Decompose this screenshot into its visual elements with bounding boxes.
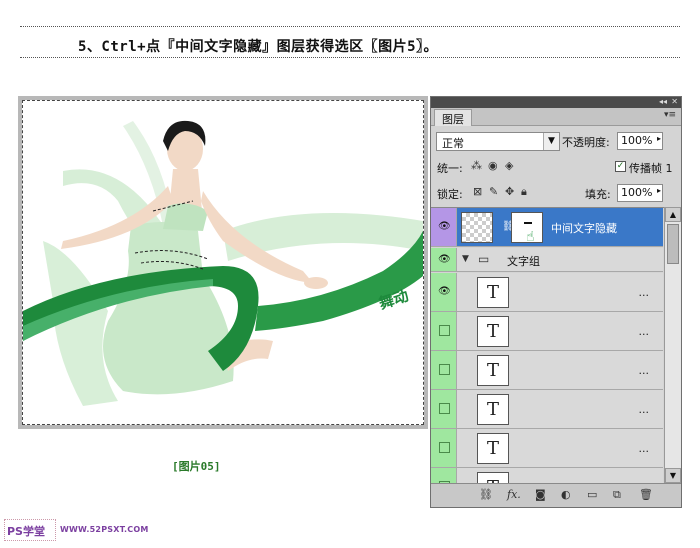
layer-ellipsis: ...: [638, 286, 650, 299]
collapse-icon[interactable]: ◂◂: [659, 97, 667, 107]
hand-cursor-icon: ☝︎: [526, 229, 535, 245]
opacity-value: 100%: [621, 134, 653, 147]
layers-list: 👁︎ ⛓︎ ☝︎ 中间文字隐藏 👁︎ ▼ ▭ 文字组 👁︎ T ... T ..…: [431, 207, 681, 483]
visibility-cell[interactable]: [431, 390, 457, 428]
propagate-checkbox[interactable]: ✓: [615, 161, 626, 172]
visibility-cell[interactable]: 👁︎: [431, 248, 457, 271]
chevron-down-icon: ▼: [543, 133, 559, 150]
lock-transparent-icon[interactable]: ⊠: [473, 185, 482, 198]
opacity-arrow-icon[interactable]: ▸: [657, 134, 661, 143]
text-layer-icon: T: [477, 472, 509, 483]
adjustment-layer-icon[interactable]: ◐: [561, 488, 571, 501]
text-layer-item[interactable]: T ...: [431, 351, 663, 390]
close-panel-icon[interactable]: ✕: [671, 97, 678, 107]
hidden-visibility-box[interactable]: [439, 364, 450, 375]
hidden-visibility-box[interactable]: [439, 403, 450, 414]
layers-bottom-toolbar: ⛓︎ fx. ◙ ◐ ▭ ⧉ 🗑︎: [431, 483, 681, 507]
figure-caption: [图片05]: [172, 460, 221, 473]
propagate-label: 传播帧 1: [629, 162, 673, 175]
eye-icon[interactable]: 👁︎: [438, 254, 451, 266]
panel-menu-icon[interactable]: ▾≡: [664, 110, 676, 120]
unify-style-icon[interactable]: ◈: [505, 159, 513, 172]
lock-move-icon[interactable]: ✥: [505, 185, 514, 198]
panel-title-bar: ◂◂ ✕: [431, 97, 681, 108]
new-group-icon[interactable]: ▭: [587, 488, 597, 501]
unify-label: 统一:: [437, 162, 463, 175]
layers-scrollbar[interactable]: ▲ ▼: [664, 207, 681, 483]
fill-value: 100%: [621, 186, 653, 199]
scroll-thumb[interactable]: [667, 224, 679, 264]
blend-mode-value: 正常: [442, 137, 464, 150]
new-layer-icon[interactable]: ⧉: [613, 488, 621, 502]
text-layer-item[interactable]: T ...: [431, 390, 663, 429]
text-layer-icon: T: [477, 355, 509, 386]
layer-thumbnail: [461, 212, 493, 243]
visibility-cell[interactable]: [431, 429, 457, 467]
lock-all-icon[interactable]: 🔒︎: [521, 185, 527, 199]
visibility-cell[interactable]: 👁︎: [431, 208, 457, 246]
fill-input[interactable]: 100% ▸: [617, 184, 663, 202]
fx-icon[interactable]: fx.: [507, 488, 521, 501]
text-layer-item[interactable]: T ...: [431, 468, 663, 483]
tab-layers[interactable]: 图层: [434, 109, 472, 126]
mask-mark: [524, 222, 532, 224]
visibility-cell[interactable]: [431, 351, 457, 389]
lock-label: 锁定:: [437, 188, 463, 201]
trash-icon[interactable]: 🗑︎: [639, 488, 653, 501]
unify-position-icon[interactable]: ⁂: [471, 159, 482, 172]
watermark-logo: PS学堂: [4, 519, 56, 541]
fill-label: 填充:: [585, 188, 611, 201]
add-mask-icon[interactable]: ◙: [535, 488, 546, 501]
lock-row: 锁定: ⊠ ✎ ✥ 🔒︎ 填充: 100% ▸: [431, 181, 681, 205]
eye-icon[interactable]: 👁︎: [438, 221, 451, 233]
lock-brush-icon[interactable]: ✎: [489, 185, 498, 198]
layer-ellipsis: ...: [638, 403, 650, 416]
layers-panel: ◂◂ ✕ 图层 ▾≡ 正常 ▼ 不透明度: 100% ▸ 统一: ⁂ ◉ ◈ ✓…: [430, 96, 682, 508]
step-instruction: 5、Ctrl+点『中间文字隐藏』图层获得选区〖图片5〗。: [78, 39, 438, 55]
bottom-dotted-rule: [20, 57, 680, 58]
canvas-frame: 舞动: [18, 96, 428, 429]
top-dotted-rule: [20, 26, 680, 27]
text-layer-item[interactable]: T ...: [431, 312, 663, 351]
text-layer-item[interactable]: T ...: [431, 429, 663, 468]
blend-mode-select[interactable]: 正常 ▼: [436, 132, 560, 151]
text-layer-icon: T: [477, 433, 509, 464]
layer-group-item[interactable]: 👁︎ ▼ ▭ 文字组: [431, 248, 663, 272]
layer-ellipsis: ...: [638, 325, 650, 338]
text-layer-icon: T: [477, 394, 509, 425]
visibility-cell[interactable]: 👁︎: [431, 273, 457, 311]
visibility-cell[interactable]: [431, 468, 457, 483]
opacity-label: 不透明度:: [562, 136, 610, 149]
layer-item-selected[interactable]: 👁︎ ⛓︎ ☝︎ 中间文字隐藏: [431, 208, 663, 247]
group-name: 文字组: [507, 255, 540, 268]
site-watermark: PS学堂 WWW.52PSXT.COM: [4, 519, 149, 543]
blend-row: 正常 ▼ 不透明度: 100% ▸: [431, 129, 681, 153]
scroll-down-icon[interactable]: ▼: [665, 468, 681, 483]
dancer-illustration: 舞动: [23, 120, 423, 406]
eye-icon[interactable]: 👁︎: [438, 286, 451, 298]
link-layers-icon[interactable]: ⛓︎: [479, 488, 493, 501]
fill-arrow-icon[interactable]: ▸: [657, 186, 661, 195]
panel-tab-bar: 图层 ▾≡: [431, 108, 681, 126]
folder-icon: ▭: [478, 252, 490, 266]
visibility-cell[interactable]: [431, 312, 457, 350]
text-layer-item[interactable]: 👁︎ T ...: [431, 273, 663, 312]
scroll-up-icon[interactable]: ▲: [665, 207, 681, 222]
unify-row: 统一: ⁂ ◉ ◈ ✓ 传播帧 1: [431, 155, 681, 179]
layer-ellipsis: ...: [638, 364, 650, 377]
watermark-url: WWW.52PSXT.COM: [60, 525, 149, 534]
canvas-image[interactable]: 舞动: [22, 100, 424, 425]
text-layer-icon: T: [477, 277, 509, 308]
group-expand-icon[interactable]: ▼: [462, 254, 469, 264]
mask-thumbnail[interactable]: ☝︎: [511, 212, 543, 245]
unify-visibility-icon[interactable]: ◉: [488, 159, 498, 172]
hidden-visibility-box[interactable]: [439, 325, 450, 336]
layer-name: 中间文字隐藏: [551, 222, 617, 235]
opacity-input[interactable]: 100% ▸: [617, 132, 663, 150]
layer-ellipsis: ...: [638, 442, 650, 455]
hidden-visibility-box[interactable]: [439, 442, 450, 453]
text-layer-icon: T: [477, 316, 509, 347]
